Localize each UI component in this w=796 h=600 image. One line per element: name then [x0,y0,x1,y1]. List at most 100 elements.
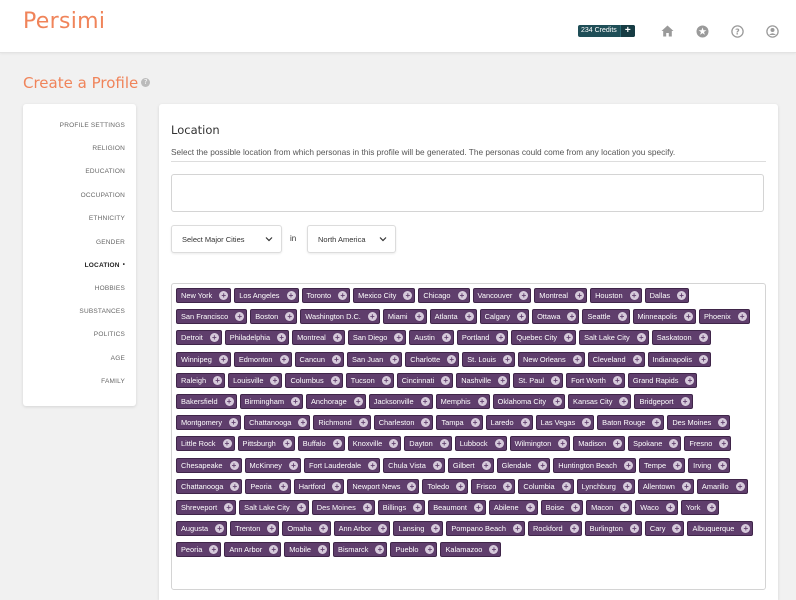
city-tag[interactable]: Salt Lake City + [579,330,649,346]
add-plus-icon[interactable]: + [699,354,709,364]
city-tag[interactable]: Portland + [456,330,509,346]
city-tag[interactable]: San Diego + [347,330,407,346]
city-tag[interactable]: Richmond + [313,415,371,431]
add-plus-icon[interactable]: + [652,418,662,428]
add-plus-icon[interactable]: + [441,333,451,343]
add-plus-icon[interactable]: + [672,524,682,534]
add-plus-icon[interactable]: + [571,502,581,512]
add-plus-icon[interactable]: + [558,439,568,449]
add-plus-icon[interactable]: + [456,481,466,491]
add-plus-icon[interactable]: + [677,291,687,300]
city-tag[interactable]: Laredo + [485,415,533,431]
city-tag[interactable]: Lansing + [393,521,444,537]
add-plus-icon[interactable]: + [441,375,451,385]
add-plus-icon[interactable]: + [330,375,340,385]
city-tag[interactable]: Vancouver + [472,288,532,303]
city-tag[interactable]: Mexico City + [353,288,416,303]
city-tag[interactable]: Chattanooga + [244,415,311,431]
add-plus-icon[interactable]: + [517,312,527,322]
add-plus-icon[interactable]: + [464,312,474,322]
add-plus-icon[interactable]: + [318,545,328,555]
add-plus-icon[interactable]: + [432,460,442,470]
city-tag[interactable]: Columbus + [285,372,343,388]
city-tag[interactable]: Charlotte + [405,351,460,367]
city-tag[interactable]: Las Vegas + [535,415,595,431]
add-plus-icon[interactable]: + [503,481,513,491]
city-tag[interactable]: Tempe + [638,457,686,473]
city-tag[interactable]: Augusta + [176,521,228,537]
add-plus-icon[interactable]: + [291,396,300,406]
city-tag[interactable]: Dayton + [404,436,452,452]
add-plus-icon[interactable]: + [718,418,728,428]
city-tag[interactable]: Salt Lake City + [239,499,309,515]
city-tag[interactable]: Ottawa + [532,309,580,325]
sidebar-item-family[interactable]: FAMILY [101,378,125,385]
city-tag[interactable]: Rockford + [528,521,582,537]
add-plus-icon[interactable]: + [375,545,385,555]
add-plus-icon[interactable]: + [572,354,582,364]
city-tag[interactable]: Memphis + [435,393,490,409]
city-tag[interactable]: Ann Arbor + [224,542,282,558]
city-tag[interactable]: Austin + [409,330,454,346]
city-tag[interactable]: Boise + [540,499,584,515]
city-tag[interactable]: Chattanooga + [176,478,243,494]
city-tag[interactable]: Quebec City + [511,330,577,346]
add-plus-icon[interactable]: + [403,291,413,300]
add-plus-icon[interactable]: + [447,354,457,364]
city-tag[interactable]: Abilene + [488,499,538,515]
sidebar-item-location[interactable]: LOCATION [85,262,125,269]
city-tag[interactable]: Los Angeles + [234,288,299,303]
add-plus-icon[interactable]: + [362,502,372,512]
city-tag[interactable]: Montreal + [292,330,345,346]
city-tag[interactable]: Toledo + [422,478,469,494]
credits-badge[interactable]: 234 Credits + [578,25,635,37]
add-plus-icon[interactable]: + [673,460,683,470]
add-plus-icon[interactable]: + [215,524,225,534]
add-plus-icon[interactable]: + [277,333,287,343]
city-tag[interactable]: Bakersfield + [176,393,237,409]
city-tag[interactable]: Cancun + [294,351,344,367]
city-tag[interactable]: Louisville + [228,372,283,388]
city-tag[interactable]: Des Moines + [667,415,731,431]
city-tag[interactable]: Little Rock + [176,436,235,452]
add-plus-icon[interactable]: + [698,333,708,343]
city-tag[interactable]: Baton Rouge + [597,415,665,431]
city-tag[interactable]: Indianapolis + [647,351,712,367]
add-plus-icon[interactable]: + [381,375,391,385]
add-plus-icon[interactable]: + [439,439,449,449]
add-plus-icon[interactable]: + [332,333,342,343]
city-tag[interactable]: McKinney + [244,457,301,473]
city-tag[interactable]: Shreveport + [176,499,237,515]
add-plus-icon[interactable]: + [229,418,239,428]
add-plus-icon[interactable]: + [669,439,679,449]
add-plus-icon[interactable]: + [267,524,277,534]
add-plus-icon[interactable]: + [222,439,232,449]
add-plus-icon[interactable]: + [473,502,483,512]
add-plus-icon[interactable]: + [636,333,646,343]
sidebar-item-hobbies[interactable]: HOBBIES [95,285,125,292]
city-tag[interactable]: Tucson + [345,372,394,388]
city-tag[interactable]: Boston + [250,309,298,325]
sidebar-item-gender[interactable]: GENDER [96,239,125,246]
add-plus-icon[interactable]: + [298,418,308,428]
add-plus-icon[interactable]: + [413,502,423,512]
city-tag[interactable]: Madison + [573,436,626,452]
add-plus-icon[interactable]: + [617,312,627,322]
city-tag[interactable]: Lubbock + [454,436,507,452]
add-plus-icon[interactable]: + [567,312,577,322]
city-tag[interactable]: Fresno + [684,436,732,452]
sidebar-item-age[interactable]: AGE [111,355,125,362]
city-tag[interactable]: New York + [176,288,232,303]
add-plus-icon[interactable]: + [282,439,292,449]
add-plus-icon[interactable]: + [481,460,491,470]
city-tag[interactable]: Albuquerque + [687,521,754,537]
add-plus-icon[interactable]: + [622,481,632,491]
city-tag[interactable]: Montgomery + [176,415,242,431]
add-plus-icon[interactable]: + [318,524,328,534]
city-tag[interactable]: Bismarck + [333,542,388,558]
help-dot-icon[interactable]: ? [141,78,151,87]
city-tag[interactable]: Spokane + [628,436,682,452]
add-plus-icon[interactable]: + [389,439,399,449]
city-select[interactable]: Select Major Cities [171,225,282,253]
city-tag[interactable]: San Francisco + [176,309,248,325]
